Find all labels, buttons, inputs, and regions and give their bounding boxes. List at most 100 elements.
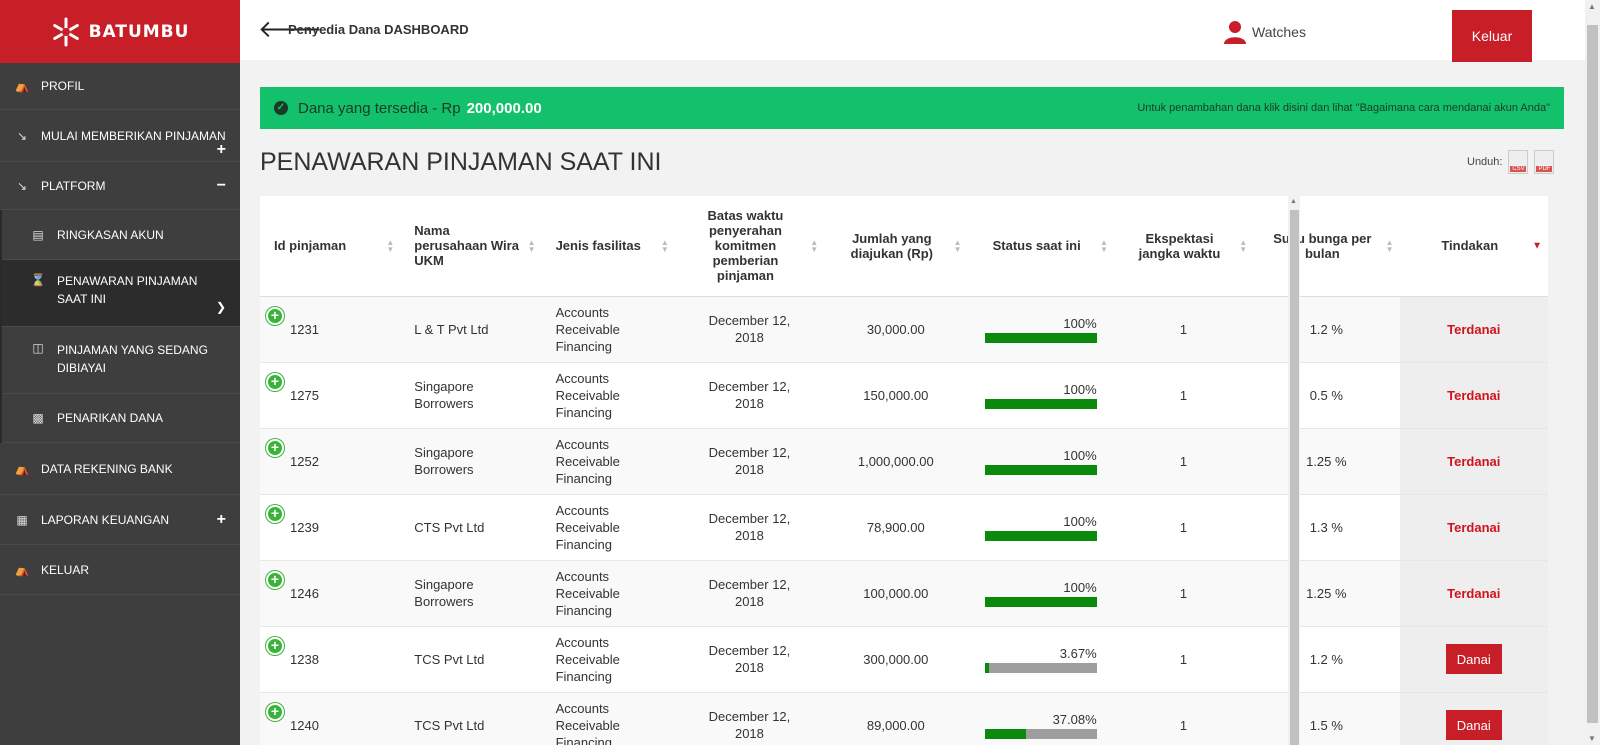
column-header[interactable]: Ekspektasi jangka waktu ▲ ▼ — [1113, 196, 1254, 297]
scroll-up-icon[interactable]: ▲ — [1588, 2, 1596, 11]
table-scrollbar[interactable]: ▲ — [1288, 196, 1300, 745]
deadline: December 12, 2018 — [708, 445, 791, 477]
watches-link[interactable]: Watches — [1224, 20, 1306, 44]
sort-icon[interactable]: ▲ ▼ — [954, 238, 962, 253]
facility-type: Accounts Receivable Financing — [555, 304, 620, 354]
expand-row-icon[interactable]: + — [266, 372, 284, 391]
sidebar-item-label: PINJAMAN YANG SEDANG DIBIAYAI — [57, 343, 208, 375]
progress-status: 100% — [984, 448, 1097, 475]
progress-status: 100% — [984, 514, 1097, 541]
sidebar-item-ringkasan-akun[interactable]: ▤ RINGKASAN AKUN — [2, 210, 240, 260]
term-cell: 1 — [1113, 296, 1254, 363]
facility-type: Accounts Receivable Financing — [555, 370, 620, 420]
column-header[interactable]: Status saat ini ▲ ▼ — [967, 196, 1114, 297]
expand-row-icon[interactable]: + — [266, 636, 284, 655]
amount-cell: 89,000.00 — [824, 692, 968, 745]
loan-id: 1238 — [290, 651, 319, 667]
action-cell: Terdanai — [1399, 560, 1548, 627]
sidebar-item-platform[interactable]: ↘ PLATFORM − — [0, 162, 240, 210]
progress-status: 100% — [984, 580, 1097, 607]
company-cell: Singapore Borrowers — [400, 428, 542, 495]
facility-type: Accounts Receivable Financing — [555, 436, 620, 486]
sidebar-item-data-rekening-bank[interactable]: ⛺ DATA REKENING BANK — [0, 443, 240, 495]
expand-icon[interactable]: + — [217, 141, 226, 159]
user-icon — [1224, 21, 1246, 44]
progress-fill — [984, 464, 1097, 475]
sort-icon[interactable]: ▲ ▼ — [661, 238, 669, 253]
sidebar-item-mulai-memberikan-pinjaman[interactable]: ↘ MULAI MEMBERIKAN PINJAMAN + — [0, 110, 240, 162]
scroll-thumb[interactable] — [1290, 210, 1299, 745]
sort-icon[interactable]: ▲ ▼ — [528, 238, 536, 253]
sidebar: BATUMBU ⛺ PROFIL ↘ MULAI MEMBERIKAN PINJ… — [0, 0, 240, 745]
deadline-cell: December 12, 2018 — [674, 428, 825, 495]
scroll-up-icon[interactable]: ▲ — [1290, 198, 1297, 205]
company-name: TCS Pvt Ltd — [414, 651, 485, 667]
table-row: +1239 CTS Pvt Ltd Accounts Receivable Fina… — [260, 494, 1548, 561]
facility-cell: Accounts Receivable Financing — [541, 692, 675, 745]
sidebar-item-laporan-keuangan[interactable]: ▦ LAPORAN KEUANGAN + — [0, 495, 240, 545]
sidebar-item-profil[interactable]: ⛺ PROFIL — [0, 63, 240, 110]
csv-file-icon[interactable]: CSV — [1508, 150, 1529, 174]
deadline: December 12, 2018 — [708, 577, 791, 609]
sort-desc-icon[interactable]: ▼ — [1532, 241, 1542, 251]
column-header[interactable]: Jumlah yang diajukan (Rp) ▲ ▼ — [824, 196, 968, 297]
page-scrollbar[interactable]: ▲ ▼ — [1585, 0, 1600, 745]
progress-bar — [984, 728, 1097, 739]
sort-icon[interactable]: ▲ ▼ — [810, 238, 818, 253]
rate-cell: 1.2 % — [1253, 296, 1400, 363]
expand-row-icon[interactable]: + — [266, 438, 284, 457]
amount: 89,000.00 — [866, 717, 925, 733]
column-header[interactable]: Nama perusahaan Wira UKM ▲ ▼ — [400, 196, 542, 297]
interest-rate: 1.3 % — [1309, 519, 1343, 535]
add-funds-link[interactable]: Untuk penambahan dana klik disini dan li… — [1137, 102, 1550, 114]
sidebar-item-penawaran-pinjaman[interactable]: ⌛ PENAWARAN PINJAMAN SAAT INI ❯ — [2, 260, 240, 327]
sidebar-item-keluar[interactable]: ⛺ KELUAR — [0, 545, 240, 595]
status-cell: 100% — [967, 362, 1114, 429]
batumbu-logo-icon — [52, 17, 79, 46]
expand-row-icon[interactable]: + — [266, 306, 284, 325]
column-header[interactable]: Id pinjaman ▲ ▼ — [260, 196, 401, 297]
expand-icon[interactable]: + — [217, 511, 226, 529]
status-cell: 37.08% — [967, 692, 1114, 745]
sidebar-item-penarikan-dana[interactable]: ▩ PENARIKAN DANA — [2, 394, 240, 443]
column-header[interactable]: Batas waktu penyerahan komitmen pemberia… — [674, 196, 825, 297]
sidebar-item-label: LAPORAN KEUANGAN — [41, 512, 170, 527]
sort-icon[interactable]: ▲ ▼ — [1100, 238, 1108, 253]
logout-button[interactable]: Keluar — [1452, 10, 1532, 62]
fund-button[interactable]: Danai — [1445, 710, 1502, 740]
pdf-file-icon[interactable]: PDF — [1534, 150, 1555, 174]
table-row: +1238 TCS Pvt Ltd Accounts Receivable Fina… — [260, 626, 1548, 693]
sort-icon[interactable]: ▲ ▼ — [386, 238, 394, 253]
expand-row-icon[interactable]: + — [266, 702, 284, 721]
expand-row-icon[interactable]: + — [266, 570, 284, 589]
deadline: December 12, 2018 — [708, 313, 791, 345]
column-header-label: Jumlah yang diajukan (Rp) — [850, 230, 933, 261]
facility-type: Accounts Receivable Financing — [555, 502, 620, 552]
interest-rate: 1.5 % — [1309, 717, 1343, 733]
interest-rate: 1.2 % — [1309, 651, 1343, 667]
company-cell: TCS Pvt Ltd — [400, 692, 542, 745]
amount-cell: 30,000.00 — [824, 296, 968, 363]
brand-logo[interactable]: BATUMBU — [0, 0, 240, 63]
sort-icon[interactable]: ▲ ▼ — [1386, 238, 1394, 253]
dashboard-title: Penyedia Dana DASHBOARD — [288, 22, 469, 37]
scroll-down-icon[interactable]: ▼ — [1588, 734, 1596, 743]
table-row: +1275 Singapore Borrowers Accounts Receiva… — [260, 362, 1548, 429]
fund-button[interactable]: Danai — [1445, 644, 1502, 674]
column-header[interactable]: Jenis fasilitas ▲ ▼ — [541, 196, 675, 297]
column-header[interactable]: Suku bunga per bulan ▲ ▼ — [1253, 196, 1400, 297]
collapse-icon[interactable]: − — [217, 177, 226, 195]
expand-row-icon[interactable]: + — [266, 504, 284, 523]
available-funds-label: Dana yang tersedia - Rp — [298, 99, 461, 117]
scroll-thumb[interactable] — [1587, 25, 1598, 723]
csv-label: CSV — [1510, 166, 1527, 172]
download-bar: Unduh: CSV PDF — [1467, 150, 1555, 174]
progress-status: 100% — [984, 382, 1097, 409]
column-header[interactable]: Tindakan ▼ — [1399, 196, 1548, 297]
facility-cell: Accounts Receivable Financing — [541, 494, 675, 561]
loan-id-cell: +1239 — [260, 494, 401, 561]
sort-icon[interactable]: ▲ ▼ — [1239, 238, 1247, 253]
sidebar-item-pinjaman-dibiayai[interactable]: ◫ PINJAMAN YANG SEDANG DIBIAYAI — [2, 327, 240, 394]
progress-status: 100% — [984, 316, 1097, 343]
progress-fill — [984, 662, 989, 673]
